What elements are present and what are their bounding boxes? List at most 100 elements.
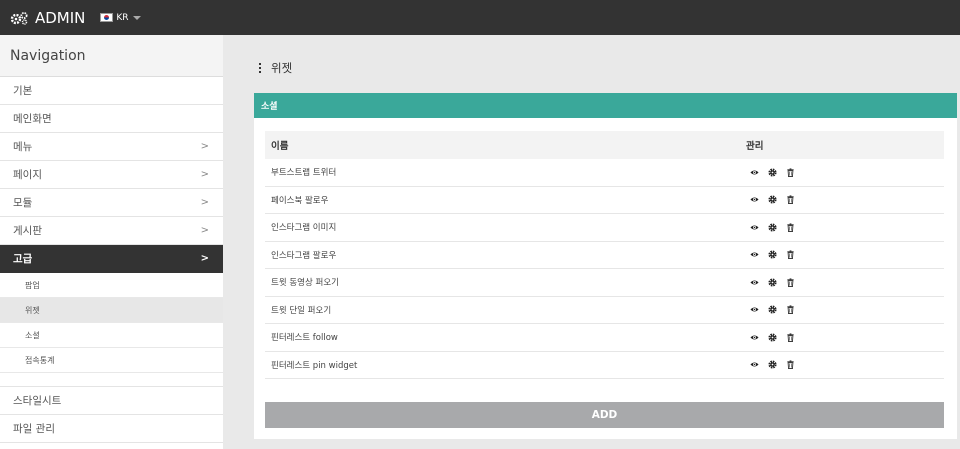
chevron-right-icon: > [200,225,209,236]
widget-name: 핀터레스트 follow [271,333,338,344]
gear-icon[interactable] [768,223,777,232]
sidebar-item-basic[interactable]: 기본 [0,77,223,105]
cogs-icon [10,11,30,25]
sidebar: Navigation 기본 메인화면 메뉴 > 페이지 > 모듈 > 게시판 >… [0,35,223,449]
table-row: 핀터레스트 follow [265,324,944,352]
eye-icon[interactable] [750,305,759,314]
eye-icon[interactable] [750,168,759,177]
table-row: 핀터레스트 pin widget [265,352,944,379]
sidebar-item-label: 게시판 [13,225,42,237]
sidebar-subitem-social[interactable]: 소셜 [0,323,223,348]
gear-icon[interactable] [768,360,777,369]
gear-icon[interactable] [768,333,777,342]
gear-icon[interactable] [768,168,777,177]
sidebar-subitem-label: 팝업 [25,280,40,290]
trash-icon[interactable] [786,168,795,177]
eye-icon[interactable] [750,278,759,287]
row-actions [740,278,795,287]
top-bar: ADMIN KR [0,0,960,35]
row-actions [740,250,795,260]
trash-icon[interactable] [786,305,795,315]
page-title: 위젯 [258,57,292,79]
widget-name: 인스타그램 이미지 [271,223,337,234]
eye-icon[interactable] [750,195,759,204]
trash-icon[interactable] [786,278,795,287]
sidebar-item-label: 모듈 [13,197,33,209]
column-header-manage: 관리 [746,141,764,152]
sidebar-item-file-manager[interactable]: 파일 관리 [0,415,223,443]
chevron-right-icon: > [200,253,209,264]
gear-icon[interactable] [768,195,777,204]
row-actions [740,360,795,370]
sidebar-subitem-widget[interactable]: 위젯 [0,298,223,323]
gear-icon[interactable] [768,250,777,259]
brand[interactable]: ADMIN [10,0,85,35]
table-row: 부트스트랩 트위터 [265,159,944,187]
eye-icon[interactable] [750,333,759,342]
brand-label: ADMIN [35,8,86,27]
sidebar-item-menu[interactable]: 메뉴 > [0,133,223,161]
sidebar-subitem-statistics[interactable]: 접속통계 [0,348,223,373]
sidebar-item-label: 스타일시트 [13,395,62,407]
eye-icon[interactable] [750,223,759,232]
sidebar-item-module[interactable]: 모듈 > [0,189,223,217]
sidebar-subitem-popup[interactable]: 팝업 [0,273,223,298]
row-actions [740,195,795,205]
trash-icon[interactable] [786,223,795,232]
sidebar-heading: Navigation [0,35,223,77]
language-code: KR [116,12,129,23]
sidebar-item-label: 파일 관리 [13,423,55,435]
widget-name: 페이스북 팔로우 [271,195,329,206]
widget-name: 인스타그램 팔로우 [271,250,337,261]
vertical-dots-icon [258,63,262,73]
table-row: 페이스북 팔로우 [265,187,944,214]
row-actions [740,168,795,177]
korea-flag-icon [100,13,114,22]
sidebar-item-label: 메인화면 [13,113,52,125]
sidebar-item-stylesheet[interactable]: 스타일시트 [0,387,223,415]
sidebar-item-label: 고급 [13,253,33,265]
trash-icon[interactable] [786,360,795,370]
column-header-name: 이름 [271,141,289,152]
widget-table: 이름 관리 부트스트랩 트위터 페이스북 팔로우 인스타그램 이미지 인스타그램… [265,131,944,379]
language-dropdown[interactable]: KR [100,0,141,35]
row-actions [740,305,795,315]
add-button[interactable]: ADD [265,402,944,428]
widget-name: 부트스트랩 트위터 [271,168,337,179]
caret-down-icon [132,15,141,20]
sidebar-item-board[interactable]: 게시판 > [0,217,223,245]
trash-icon[interactable] [786,195,795,205]
sidebar-item-label: 기본 [13,85,33,97]
row-actions [740,223,795,232]
sidebar-subitem-label: 접속통계 [25,355,55,365]
sidebar-item-advanced[interactable]: 고급 > [0,245,223,273]
table-row: 트윗 단일 퍼오기 [265,297,944,324]
trash-icon[interactable] [786,250,795,260]
table-row: 트윗 동영상 퍼오기 [265,269,944,297]
table-row: 인스타그램 팔로우 [265,242,944,269]
chevron-right-icon: > [200,169,209,180]
trash-icon[interactable] [786,333,795,342]
sidebar-item-label: 페이지 [13,169,42,181]
table-header: 이름 관리 [265,131,944,159]
panel-header: 소셜 [254,93,957,118]
widget-name: 트윗 동영상 퍼오기 [271,278,339,289]
chevron-right-icon: > [200,141,209,152]
widget-name: 핀터레스트 pin widget [271,360,358,371]
sidebar-subitem-label: 위젯 [25,305,40,315]
table-row: 인스타그램 이미지 [265,214,944,242]
eye-icon[interactable] [750,360,759,369]
widget-name: 트윗 단일 퍼오기 [271,305,332,316]
gear-icon[interactable] [768,278,777,287]
social-widget-panel: 소셜 이름 관리 부트스트랩 트위터 페이스북 팔로우 인스타그램 이미지 인스… [254,93,957,439]
sidebar-subitem-label: 소셜 [25,330,40,340]
sidebar-item-page[interactable]: 페이지 > [0,161,223,189]
eye-icon[interactable] [750,250,759,259]
gear-icon[interactable] [768,305,777,314]
sidebar-spacer [0,373,223,387]
chevron-right-icon: > [200,197,209,208]
sidebar-item-main-screen[interactable]: 메인화면 [0,105,223,133]
page-title-text: 위젯 [271,61,293,75]
row-actions [740,333,795,342]
sidebar-item-label: 메뉴 [13,141,33,153]
